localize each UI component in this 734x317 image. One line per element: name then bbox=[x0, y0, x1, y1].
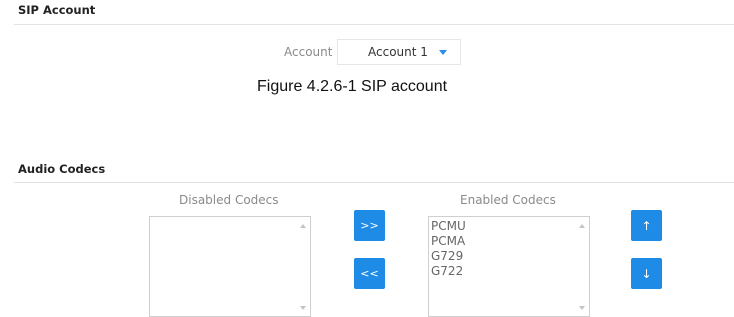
scroll-up-arrow-icon[interactable] bbox=[579, 224, 585, 228]
move-up-button[interactable]: ↑ bbox=[631, 210, 662, 241]
sip-account-heading: SIP Account bbox=[18, 3, 96, 17]
account-select[interactable]: Account 1 bbox=[337, 39, 461, 65]
enabled-codec-item[interactable]: G722 bbox=[431, 264, 466, 279]
scroll-up-arrow-icon[interactable] bbox=[300, 224, 306, 228]
move-down-button[interactable]: ↓ bbox=[631, 258, 662, 289]
figure-caption: Figure 4.2.6-1 SIP account bbox=[257, 78, 448, 95]
disabled-codecs-scrollbar[interactable] bbox=[296, 217, 310, 316]
enabled-codecs-scrollbar[interactable] bbox=[575, 217, 589, 316]
account-label: Account bbox=[284, 45, 333, 59]
scroll-down-arrow-icon[interactable] bbox=[579, 306, 585, 310]
account-select-value: Account 1 bbox=[368, 45, 428, 59]
move-to-disabled-button[interactable]: << bbox=[354, 258, 385, 289]
disabled-codecs-label: Disabled Codecs bbox=[179, 193, 279, 207]
disabled-codecs-list[interactable] bbox=[149, 216, 311, 317]
caret-down-icon bbox=[438, 49, 447, 55]
enabled-codec-item[interactable]: G729 bbox=[431, 249, 466, 264]
enabled-codec-item[interactable]: PCMA bbox=[431, 234, 466, 249]
sip-account-divider bbox=[14, 24, 734, 25]
audio-codecs-divider bbox=[14, 182, 734, 183]
move-to-enabled-button[interactable]: >> bbox=[354, 210, 385, 241]
enabled-codec-item[interactable]: PCMU bbox=[431, 219, 466, 234]
audio-codecs-heading: Audio Codecs bbox=[18, 162, 106, 176]
enabled-codecs-items: PCMU PCMA G729 G722 bbox=[431, 219, 466, 279]
scroll-down-arrow-icon[interactable] bbox=[300, 306, 306, 310]
enabled-codecs-list[interactable]: PCMU PCMA G729 G722 bbox=[428, 216, 590, 317]
enabled-codecs-label: Enabled Codecs bbox=[460, 193, 556, 207]
